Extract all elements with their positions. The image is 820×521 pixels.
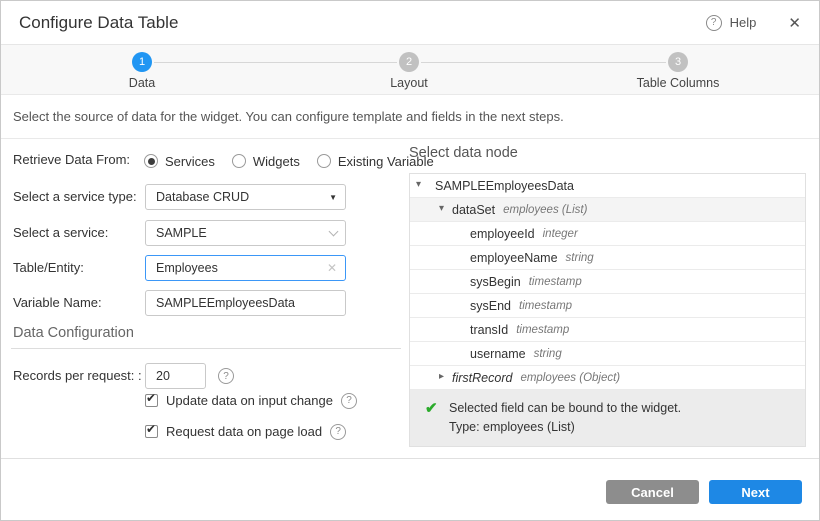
- binding-info-line1: Selected field can be bound to the widge…: [449, 401, 682, 415]
- radio-label: Services: [165, 153, 215, 169]
- step-table-columns[interactable]: 3 Table Columns: [618, 52, 738, 90]
- tree-node-type: employees (Object): [520, 371, 621, 384]
- table-entity-value: Employees: [156, 261, 218, 275]
- step-label: Layout: [390, 76, 428, 90]
- collapse-arrow-icon[interactable]: ▾: [439, 203, 444, 214]
- configure-data-table-dialog: Configure Data Table ? Help ✕ 1 Data 2 Layo…: [0, 0, 820, 521]
- cancel-button[interactable]: Cancel: [606, 480, 699, 504]
- tree-node-type: employees (List): [503, 203, 588, 216]
- tree-node-name: firstRecord: [452, 370, 513, 385]
- variable-name-input[interactable]: SAMPLEEmployeesData: [145, 290, 346, 316]
- tree-node-name: sysBegin: [470, 274, 521, 289]
- checkbox-request-data-on-page-load[interactable]: ✔ Request data on page load?: [145, 422, 357, 440]
- retrieve-source-radio-group: Services Widgets Existing Variable: [144, 153, 434, 169]
- variable-name-value: SAMPLEEmployeesData: [156, 296, 295, 310]
- records-per-request-input[interactable]: 20: [145, 363, 206, 389]
- tree-node-type: timestamp: [516, 323, 570, 336]
- table-entity-input[interactable]: Employees ✕: [145, 255, 346, 281]
- checkbox-group: ✔ Update data on input change? ✔ Request da…: [145, 391, 357, 440]
- help-link[interactable]: Help: [730, 15, 757, 30]
- tree-node-sysEnd[interactable]: sysEnd timestamp: [410, 294, 805, 318]
- tree-node-type: timestamp: [528, 275, 582, 288]
- tree-node-type: string: [533, 347, 562, 360]
- records-help-icon[interactable]: ?: [218, 368, 234, 384]
- table-entity-label: Table/Entity:: [13, 260, 84, 275]
- tree-node-name: username: [470, 346, 526, 361]
- dialog-header: Configure Data Table ? Help ✕: [1, 1, 819, 45]
- page-title: Configure Data Table: [19, 12, 179, 32]
- wizard-stepper: 1 Data 2 Layout 3 Table Columns: [1, 45, 819, 95]
- next-button[interactable]: Next: [709, 480, 802, 504]
- service-type-label: Select a service type:: [13, 189, 137, 204]
- service-type-select[interactable]: Database CRUD ▼: [145, 184, 346, 210]
- retrieve-data-from-label: Retrieve Data From:: [13, 152, 131, 167]
- description-text: Select the source of data for the widget…: [1, 95, 819, 139]
- radio-circle-icon: [316, 154, 331, 168]
- variable-name-label: Variable Name:: [13, 295, 102, 310]
- tree-node-type: integer: [542, 227, 578, 240]
- radio-widgets[interactable]: Widgets: [231, 153, 300, 169]
- tree-node-firstRecord[interactable]: ▸ firstRecord employees (Object): [410, 366, 805, 390]
- expand-arrow-icon[interactable]: ▸: [439, 371, 444, 382]
- section-divider: [11, 348, 401, 349]
- tree-node-SAMPLEEmployeesData[interactable]: ▾ SAMPLEEmployeesData: [410, 174, 805, 198]
- collapse-arrow-icon[interactable]: ▾: [416, 179, 421, 190]
- tree-node-employeeId[interactable]: employeeId integer: [410, 222, 805, 246]
- checkbox-label: Update data on input change: [166, 393, 333, 408]
- tree-node-transId[interactable]: transId timestamp: [410, 318, 805, 342]
- radio-services[interactable]: Services: [144, 154, 215, 169]
- dropdown-caret-icon: ▼: [329, 192, 337, 202]
- step-data[interactable]: 1 Data: [82, 52, 202, 90]
- tree-node-type: timestamp: [519, 299, 573, 312]
- tree-node-name: sysEnd: [470, 298, 511, 313]
- checkbox-icon: ✔: [145, 422, 158, 438]
- checkbox-icon: ✔: [145, 391, 158, 407]
- step-number-circle: 3: [668, 52, 688, 72]
- question-circle-icon[interactable]: ?: [705, 14, 722, 31]
- radio-label: Widgets: [252, 153, 300, 169]
- tree-node-name: SAMPLEEmployeesData: [435, 178, 574, 193]
- step-label: Table Columns: [636, 76, 720, 90]
- help-icon[interactable]: ?: [340, 392, 357, 409]
- service-value: SAMPLE: [156, 226, 207, 240]
- checkbox-label: Request data on page load: [166, 424, 323, 439]
- select-data-node-title: Select data node: [409, 145, 518, 161]
- service-select[interactable]: SAMPLE: [145, 220, 346, 246]
- dialog-footer: Cancel Next: [1, 458, 819, 520]
- tree-node-type: string: [565, 251, 594, 264]
- service-type-value: Database CRUD: [156, 190, 250, 204]
- data-configuration-title: Data Configuration: [13, 325, 134, 341]
- help-icon[interactable]: ?: [330, 423, 347, 440]
- green-check-icon: ✔: [425, 400, 438, 417]
- tree-node-name: employeeName: [470, 250, 558, 265]
- service-label: Select a service:: [13, 225, 109, 240]
- tree-node-sysBegin[interactable]: sysBegin timestamp: [410, 270, 805, 294]
- records-per-request-label: Records per request: :: [13, 368, 142, 383]
- tree-node-name: transId: [470, 322, 509, 337]
- tree-node-dataSet[interactable]: ▾ dataSet employees (List): [410, 198, 805, 222]
- main-content: Retrieve Data From: Services Widgets Exist…: [1, 139, 819, 460]
- chevron-down-icon: [328, 226, 339, 236]
- records-per-request-value: 20: [156, 369, 170, 383]
- close-icon[interactable]: ✕: [788, 14, 801, 32]
- clear-icon[interactable]: ✕: [327, 261, 337, 275]
- radio-circle-icon: [231, 154, 246, 168]
- tree-node-username[interactable]: username string: [410, 342, 805, 366]
- data-node-tree: ▾ SAMPLEEmployeesData ▾ dataSet employees (L…: [409, 173, 806, 447]
- step-label: Data: [128, 76, 156, 90]
- checkbox-update-data-on-input-change[interactable]: ✔ Update data on input change?: [145, 391, 357, 409]
- step-number-circle: 1: [132, 52, 152, 72]
- tree-node-name: employeeId: [470, 226, 535, 241]
- tree-node-employeeName[interactable]: employeeName string: [410, 246, 805, 270]
- radio-circle-icon: [144, 154, 158, 168]
- binding-info-line2: Type: employees (List): [449, 420, 575, 434]
- step-layout[interactable]: 2 Layout: [349, 52, 469, 90]
- step-number-circle: 2: [399, 52, 419, 72]
- binding-info-box: ✔ Selected field can be bound to the widg…: [410, 390, 805, 446]
- tree-node-name: dataSet: [452, 202, 496, 217]
